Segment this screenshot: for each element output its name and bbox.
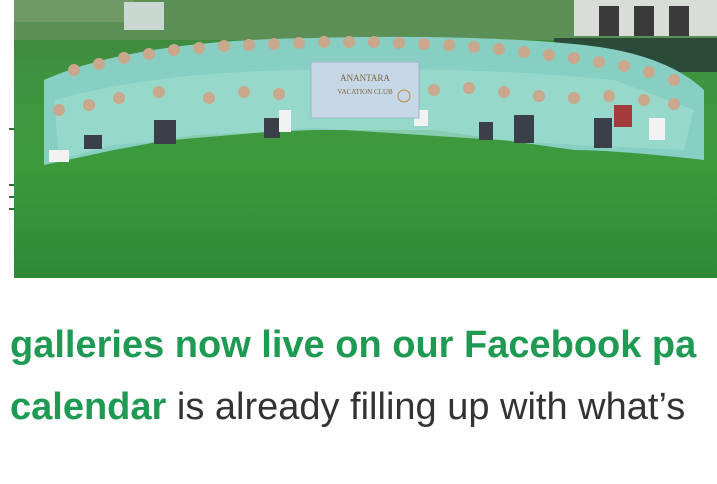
calendar-link[interactable]: calendar	[10, 386, 166, 428]
trees-left	[14, 0, 134, 22]
building-window	[599, 6, 619, 36]
caption-text: is already filling up with what’s	[166, 386, 686, 428]
golf-group-photo[interactable]: ANANTARA VACATION CLUB	[14, 0, 717, 278]
caption-line-1: galleries now live on our Facebook pa	[10, 323, 696, 367]
facebook-galleries-link[interactable]: galleries now live on our Facebook pa	[10, 324, 696, 366]
building-window	[634, 6, 654, 36]
caption-line-2: calendar is already filling up with what…	[10, 385, 685, 429]
left-edge-strip	[0, 0, 14, 278]
building-left	[124, 2, 164, 30]
building-window	[669, 6, 689, 36]
event-banner: ANANTARA VACATION CLUB	[310, 61, 420, 119]
group-photo-illustration: ANANTARA VACATION CLUB	[14, 0, 717, 165]
svg-text:ANANTARA: ANANTARA	[340, 73, 390, 83]
svg-text:VACATION CLUB: VACATION CLUB	[337, 88, 393, 96]
